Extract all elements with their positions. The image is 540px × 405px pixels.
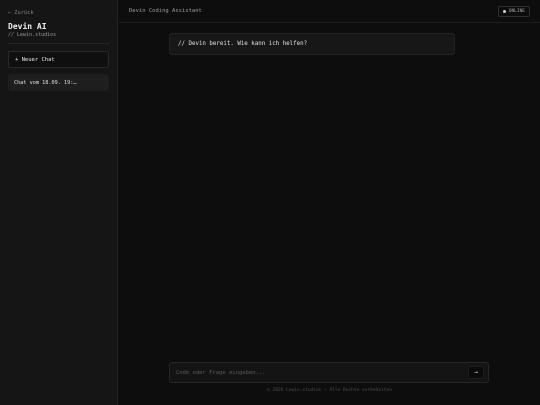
new-chat-button[interactable]: + Neuer Chat <box>8 51 109 68</box>
sidebar-divider <box>8 43 110 44</box>
status-dot-icon <box>502 10 506 13</box>
send-button[interactable]: → <box>468 366 484 379</box>
footer-copyright: © 2026 Lewin.studios – Alle Rechte vorbe… <box>267 388 392 393</box>
chat-history-item[interactable]: Chat vom 18.09. 19:… <box>8 74 109 91</box>
composer: → <box>169 362 489 383</box>
status-badge: ONLINE <box>497 6 530 17</box>
back-link[interactable]: ← Zurück <box>8 10 34 16</box>
status-label: ONLINE <box>508 9 525 14</box>
app-subtitle: // Lewin.studios <box>8 32 57 38</box>
assistant-message: // Devin bereit. Wie kann ich helfen? <box>169 33 455 55</box>
app-title: Devin AI <box>8 22 47 31</box>
header: Devin Coding Assistant ONLINE <box>119 0 540 23</box>
arrow-right-icon: → <box>474 369 478 376</box>
sidebar: ← Zurück Devin AI // Lewin.studios + Neu… <box>0 0 118 405</box>
page-title: Devin Coding Assistant <box>129 8 202 14</box>
message-input[interactable] <box>170 363 460 382</box>
